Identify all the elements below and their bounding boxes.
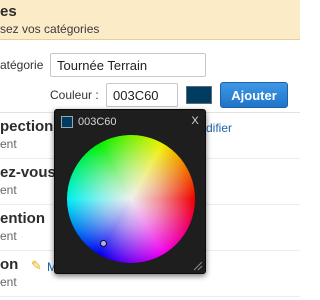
color-wheel[interactable] — [67, 135, 195, 263]
category-subtitle: ent — [0, 137, 17, 151]
header-banner: es sez vos catégories — [0, 0, 300, 40]
color-swatch[interactable] — [186, 86, 212, 104]
page-subtitle: sez vos catégories — [0, 22, 100, 36]
picker-current-swatch — [61, 116, 73, 128]
category-subtitle: ent — [0, 275, 17, 289]
category-name-input[interactable] — [50, 53, 206, 77]
pencil-icon[interactable]: ✎ — [31, 259, 45, 273]
add-category-button[interactable]: Ajouter — [220, 82, 288, 108]
category-title: on — [0, 256, 19, 273]
category-subtitle: ent — [0, 229, 17, 243]
resize-handle-icon[interactable] — [191, 259, 203, 271]
color-label: Couleur : — [50, 88, 99, 102]
category-settings-page: es sez vos catégories atégorie Couleur :… — [0, 0, 300, 300]
color-wheel-shade — [67, 135, 195, 263]
color-hex-input[interactable] — [106, 83, 178, 107]
color-wheel-marker[interactable] — [100, 240, 107, 247]
close-icon[interactable]: X — [189, 114, 201, 128]
picker-hex-label: 003C60 — [78, 116, 117, 128]
color-picker-popup: 003C60 X — [54, 109, 206, 274]
category-subtitle: ent — [0, 183, 17, 197]
edit-category-link[interactable]: difier — [206, 121, 232, 135]
category-title: ention — [0, 210, 45, 227]
category-label: atégorie — [0, 58, 44, 72]
page-title: es — [0, 3, 17, 20]
category-title: ez-vous — [0, 164, 56, 181]
